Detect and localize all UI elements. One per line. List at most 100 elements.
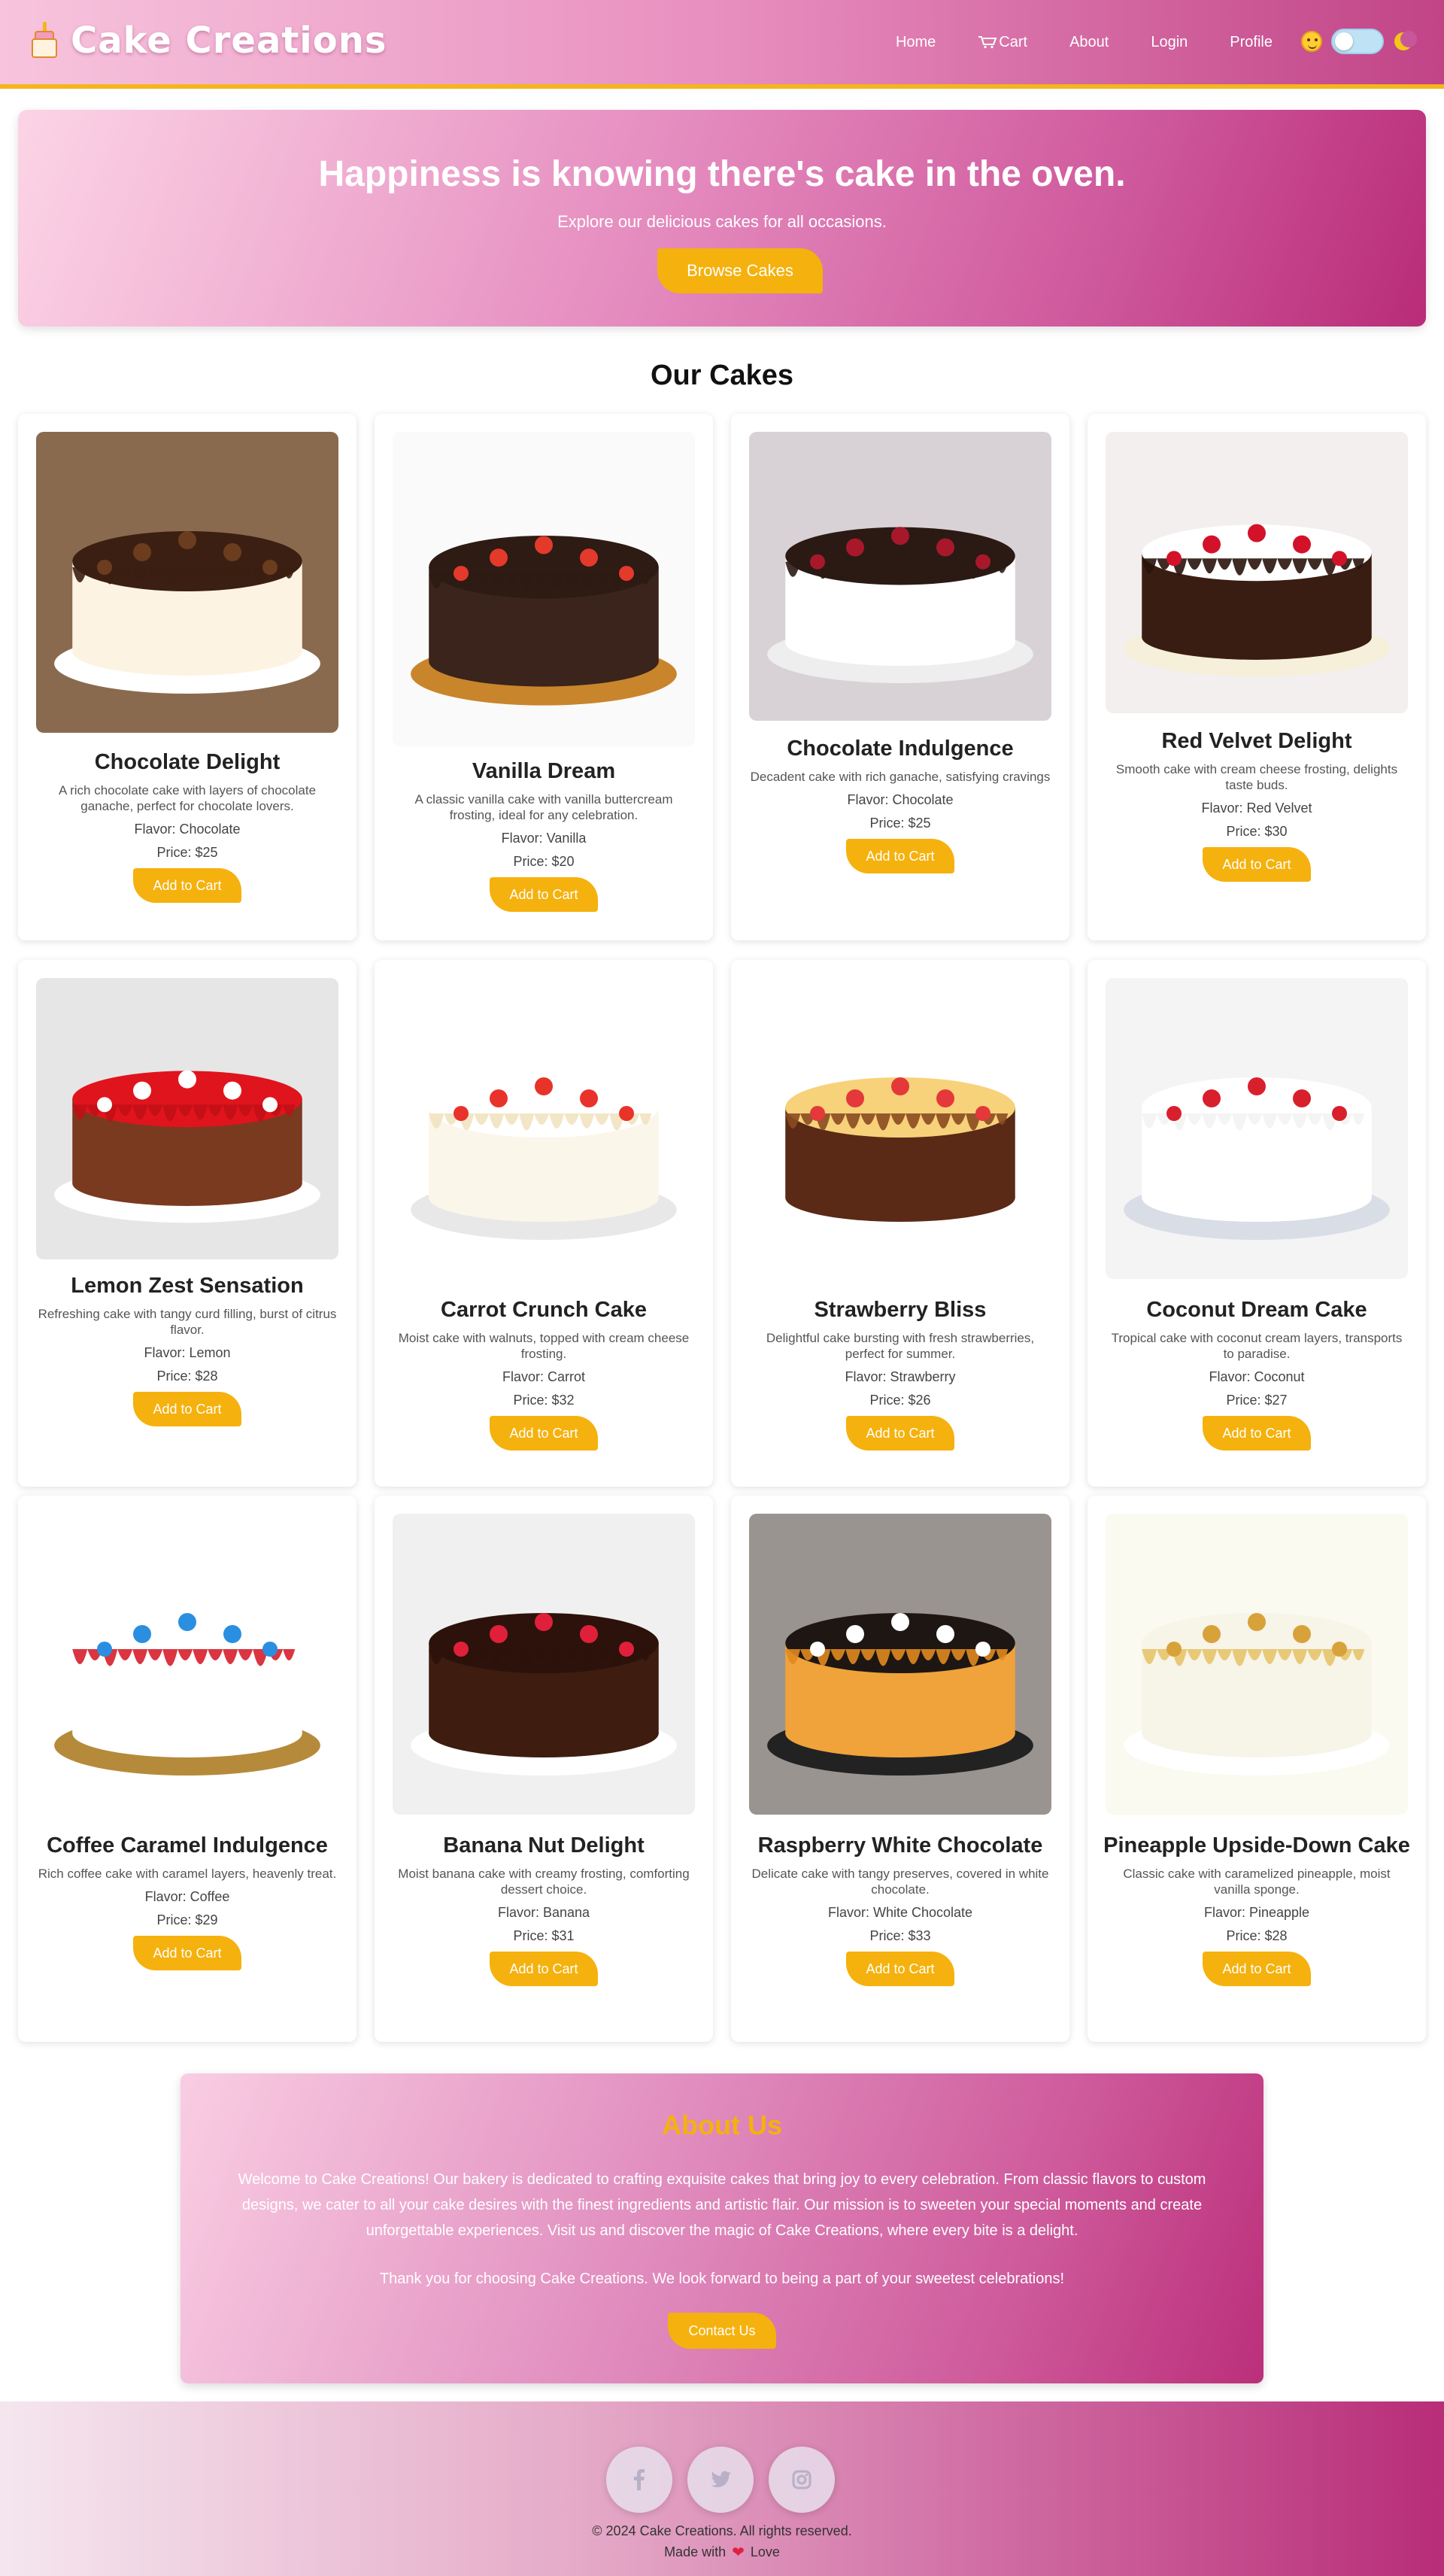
cake-price: Price: $33 [869,1928,931,1943]
main-nav: Home Cart About Login Profile [896,0,1273,84]
theme-toggle-group [1301,29,1417,54]
cake-flavor: Flavor: Lemon [144,1345,231,1360]
cake-flavor: Flavor: Chocolate [847,792,954,807]
cake-description: A classic vanilla cake with vanilla butt… [414,792,673,822]
cake-name: Red Velvet Delight [1161,729,1352,753]
nav-home[interactable]: Home [896,34,936,51]
nav-cart[interactable]: Cart [978,34,1027,51]
cake-price: Price: $29 [156,1912,218,1927]
cake-description: Delightful cake bursting with fresh stra… [766,1331,1035,1361]
social-links [606,2447,835,2513]
cake-price: Price: $28 [156,1368,218,1384]
cake-flavor: Flavor: Red Velvet [1201,800,1312,816]
add-to-cart-button[interactable]: Add to Cart [490,1416,598,1451]
cake-description: Smooth cake with cream cheese frosting, … [1115,762,1398,792]
cake-name: Banana Nut Delight [443,1833,645,1858]
cake-image [1106,1514,1408,1815]
cake-flavor: Flavor: White Chocolate [827,1905,973,1920]
cake-info: Vanilla Dream A classic vanilla cake wit… [375,758,713,912]
add-to-cart-button[interactable]: Add to Cart [1203,1952,1311,1986]
add-to-cart-button[interactable]: Add to Cart [133,1392,241,1426]
add-to-cart-button[interactable]: Add to Cart [1203,847,1311,882]
made-with-suffix: Love [750,2544,780,2559]
cake-name: Lemon Zest Sensation [71,1274,304,1298]
cake-name: Vanilla Dream [472,759,616,783]
nav-profile[interactable]: Profile [1230,34,1273,51]
cake-name: Carrot Crunch Cake [441,1298,647,1322]
cake-price: Price: $25 [156,845,218,860]
cake-description: Classic cake with caramelized pineapple,… [1123,1867,1391,1897]
cake-image [393,432,695,746]
cake-price: Price: $27 [1226,1393,1288,1408]
nav-cart-label: Cart [999,33,1028,50]
cake-card: Coconut Dream Cake Tropical cake with co… [1088,960,1426,1487]
cake-card: Coffee Caramel Indulgence Rich coffee ca… [18,1496,356,2042]
cake-card: Red Velvet Delight Smooth cake with crea… [1088,414,1426,940]
add-to-cart-button[interactable]: Add to Cart [490,877,598,912]
add-to-cart-button[interactable]: Add to Cart [133,868,241,903]
cake-price: Price: $32 [513,1393,575,1408]
nav-about[interactable]: About [1069,34,1109,51]
cake-name: Chocolate Delight [94,750,281,774]
cake-name: Raspberry White Chocolate [757,1833,1043,1858]
cake-flavor: Flavor: Carrot [502,1369,586,1384]
about-title: About Us [662,2110,782,2140]
cake-card: Pineapple Upside-Down Cake Classic cake … [1088,1496,1426,2042]
toggle-knob [1335,32,1353,50]
cake-image [1106,432,1408,713]
cake-card: Carrot Crunch Cake Moist cake with walnu… [375,960,713,1487]
site-header: Cake Creations Home Cart About Login Pro… [0,0,1444,89]
hero-title: Happiness is knowing there's cake in the… [318,154,1126,194]
facebook-icon[interactable] [606,2447,672,2513]
cake-info: Carrot Crunch Cake Moist cake with walnu… [375,1297,713,1451]
made-with-love: Made with ❤ Love [0,2543,1444,2562]
brand-logo[interactable]: Cake Creations [27,20,387,62]
cake-description: Delicate cake with tangy preserves, cove… [751,1867,1049,1897]
cake-logo-icon [27,22,62,59]
heart-icon: ❤ [732,2544,745,2561]
cake-price: Price: $28 [1226,1928,1288,1943]
theme-toggle-switch[interactable] [1331,29,1384,54]
cake-description: A rich chocolate cake with layers of cho… [58,783,317,813]
cake-card: Strawberry Bliss Delightful cake burstin… [731,960,1069,1487]
smiley-sun-icon [1301,31,1322,52]
instagram-icon[interactable] [769,2447,835,2513]
cake-name: Coffee Caramel Indulgence [47,1833,328,1858]
add-to-cart-button[interactable]: Add to Cart [846,1952,954,1986]
cake-image [1106,978,1408,1279]
copyright-text: © 2024 Cake Creations. All rights reserv… [592,2523,852,2538]
cart-icon [978,35,997,49]
cake-info: Strawberry Bliss Delightful cake burstin… [731,1297,1069,1451]
browse-cakes-button[interactable]: Browse Cakes [657,248,823,293]
cake-info: Raspberry White Chocolate Delicate cake … [731,1833,1069,1986]
cake-card: Chocolate Indulgence Decadent cake with … [731,414,1069,940]
cake-info: Lemon Zest Sensation Refreshing cake wit… [18,1273,356,1426]
cake-card: Chocolate Delight A rich chocolate cake … [18,414,356,940]
cake-flavor: Flavor: Strawberry [845,1369,956,1384]
cake-name: Pineapple Upside-Down Cake [1103,1833,1410,1858]
cake-info: Chocolate Delight A rich chocolate cake … [18,749,356,903]
add-to-cart-button[interactable]: Add to Cart [846,839,954,873]
cake-image [36,978,338,1259]
cake-image [393,1514,695,1815]
cakes-section-title: Our Cakes [650,360,794,391]
cake-card: Vanilla Dream A classic vanilla cake wit… [375,414,713,940]
moon-icon [1393,31,1417,52]
cake-description: Rich coffee cake with caramel layers, he… [38,1867,337,1881]
made-with-prefix: Made with [664,2544,727,2559]
nav-login[interactable]: Login [1151,34,1188,51]
cake-name: Chocolate Indulgence [787,737,1014,761]
cake-price: Price: $20 [513,854,575,869]
twitter-icon[interactable] [687,2447,754,2513]
hero-banner: Happiness is knowing there's cake in the… [18,110,1426,327]
add-to-cart-button[interactable]: Add to Cart [133,1936,241,1970]
add-to-cart-button[interactable]: Add to Cart [490,1952,598,1986]
add-to-cart-button[interactable]: Add to Cart [1203,1416,1311,1451]
cake-card: Raspberry White Chocolate Delicate cake … [731,1496,1069,2042]
cake-name: Strawberry Bliss [814,1298,987,1322]
contact-us-button[interactable]: Contact Us [668,2313,776,2349]
site-footer: © 2024 Cake Creations. All rights reserv… [0,2401,1444,2576]
cake-info: Coffee Caramel Indulgence Rich coffee ca… [18,1833,356,1970]
add-to-cart-button[interactable]: Add to Cart [846,1416,954,1451]
cake-image [36,1514,338,1815]
